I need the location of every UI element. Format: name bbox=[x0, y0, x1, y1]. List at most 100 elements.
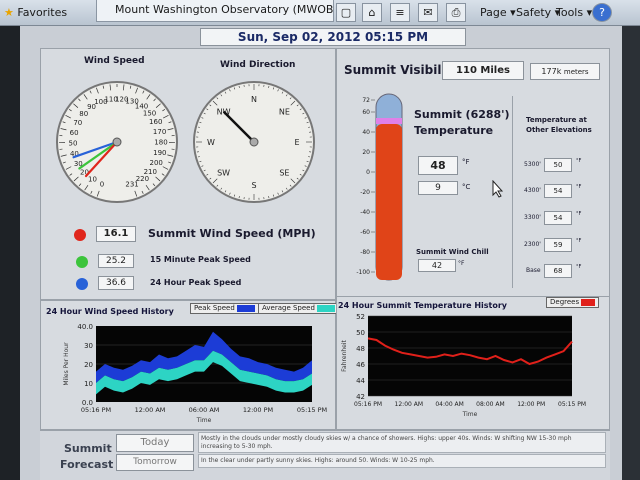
temp-x-tick: 12:00 AM bbox=[395, 401, 423, 408]
elevation-label: Base bbox=[526, 267, 541, 274]
elevation-label: 4300' bbox=[524, 187, 541, 194]
speed-tick-label: 160 bbox=[149, 118, 162, 126]
wind-y-tick: 30 bbox=[84, 342, 93, 350]
speed-needle-hub bbox=[112, 137, 122, 147]
forecast-label-line2: Forecast bbox=[60, 458, 114, 471]
temp-celsius: 9 bbox=[418, 181, 458, 195]
direction-label: SE bbox=[279, 168, 289, 177]
peak15-dot bbox=[76, 256, 88, 268]
direction-label: NE bbox=[279, 108, 290, 117]
menu-safety[interactable]: Safety ▾ bbox=[516, 4, 560, 21]
elevation-label: 3300' bbox=[524, 214, 541, 221]
legend-degrees-swatch bbox=[581, 298, 596, 306]
wind-x-tick: 12:00 AM bbox=[135, 406, 166, 414]
date-time-bar: Sun, Sep 02, 2012 05:15 PM bbox=[200, 28, 466, 46]
elevation-temp: 50 bbox=[544, 158, 572, 172]
elevation-title-line1: Temperature at bbox=[526, 116, 587, 124]
temp-y-tick: 48 bbox=[356, 345, 365, 353]
wind-x-tick: 06:00 AM bbox=[189, 406, 220, 414]
temp-y-label: Fahrenheit bbox=[341, 339, 348, 371]
speed-tick-label: 170 bbox=[153, 128, 166, 136]
speed-tick-label: 80 bbox=[79, 110, 88, 118]
direction-label: W bbox=[207, 138, 215, 147]
legend-peak-speed: Peak Speed bbox=[190, 303, 260, 314]
speed-tick-label: 60 bbox=[70, 129, 79, 137]
temp-x-tick: 05:15 PM bbox=[558, 401, 586, 408]
tab-tomorrow[interactable]: Tomorrow bbox=[116, 454, 194, 471]
mouse-cursor-icon bbox=[492, 180, 504, 198]
wc-unit: °F bbox=[458, 260, 465, 267]
feeds-icon[interactable]: ≡ bbox=[390, 3, 410, 22]
summit-wind-dot bbox=[74, 229, 86, 241]
menu-tools[interactable]: Tools ▾ bbox=[556, 4, 592, 21]
tab-today[interactable]: Today bbox=[116, 434, 194, 452]
temp-y-tick: 42 bbox=[356, 393, 365, 401]
direction-label: E bbox=[294, 138, 299, 147]
wind-y-label: Miles Per Hour bbox=[63, 342, 70, 386]
thermo-scale-label: 60 bbox=[362, 109, 370, 116]
elevation-unit: °F bbox=[576, 158, 582, 164]
c-unit: °C bbox=[462, 183, 471, 191]
speed-tick-label: 0 bbox=[100, 180, 104, 188]
close-tab-icon[interactable]: ▢ bbox=[336, 3, 356, 22]
wind-y-tick: 20 bbox=[84, 361, 93, 369]
temp-x-label: Time bbox=[462, 411, 478, 418]
mail-icon[interactable]: ✉ bbox=[418, 3, 438, 22]
summit-wind-label: Summit Wind Speed (MPH) bbox=[148, 227, 316, 240]
help-icon[interactable]: ? bbox=[592, 3, 612, 22]
forecast-tomorrow-text: In the clear under partly sunny skies. H… bbox=[198, 454, 606, 468]
thermo-scale-label: 20 bbox=[362, 149, 370, 156]
peak24-label: 24 Hour Peak Speed bbox=[150, 278, 242, 287]
speed-tick-label: 50 bbox=[69, 140, 78, 148]
wind-speed-gauge: 0102030405060708090100110120130140150160… bbox=[56, 81, 178, 203]
speed-tick-label: 190 bbox=[153, 149, 166, 157]
wind-x-label: Time bbox=[196, 417, 212, 424]
legend-degrees: Degrees bbox=[546, 297, 600, 308]
thermo-scale-label: 0 bbox=[366, 169, 370, 176]
temp-y-tick: 44 bbox=[356, 377, 365, 385]
wind-y-tick: 10 bbox=[84, 380, 93, 388]
menu-page[interactable]: Page ▾ bbox=[480, 4, 516, 21]
wind-direction-gauge: NNEESESSWWNW bbox=[193, 81, 315, 203]
temp-x-tick: 05:16 PM bbox=[354, 401, 382, 408]
tab-mwobs[interactable]: Mount Washington Observatory (MWOBS) – bbox=[96, 0, 334, 22]
wind-speed-title: Wind Speed bbox=[84, 56, 145, 66]
temp-y-tick: 50 bbox=[356, 329, 365, 337]
forecast-today-text: Mostly in the clouds under mostly cloudy… bbox=[198, 432, 606, 453]
thermo-scale-label: -80 bbox=[360, 249, 370, 256]
direction-needle-hub bbox=[249, 137, 259, 147]
speed-tick-label: 150 bbox=[143, 109, 156, 117]
elevation-unit: °F bbox=[576, 211, 582, 217]
elevation-divider bbox=[512, 96, 513, 288]
wind-x-tick: 12:00 PM bbox=[243, 406, 273, 414]
star-icon: ★ bbox=[4, 6, 14, 19]
thermo-top-band bbox=[376, 118, 402, 124]
legend-peak-swatch bbox=[237, 304, 256, 312]
print-icon[interactable]: ⎙ bbox=[446, 3, 466, 22]
favorites-button[interactable]: ★ Favorites bbox=[4, 4, 67, 21]
speed-tick-label: 10 bbox=[88, 176, 97, 184]
visibility-miles: 110 Miles bbox=[442, 61, 524, 80]
thermo-scale-label: -40 bbox=[360, 209, 370, 216]
home-icon[interactable]: ⌂ bbox=[362, 3, 382, 22]
elevation-label: 2300' bbox=[524, 241, 541, 248]
peak24-value: 36.6 bbox=[98, 276, 134, 290]
elevation-unit: °F bbox=[576, 184, 582, 190]
direction-label: SW bbox=[217, 168, 230, 177]
speed-tick-label: 200 bbox=[149, 159, 162, 167]
temp-x-tick: 12:00 PM bbox=[517, 401, 545, 408]
speed-tick-label: 70 bbox=[73, 119, 82, 127]
thermometer: 72 60 40 20 0 -20 -40 -60 -80 -100 bbox=[356, 93, 403, 281]
speed-tick-label: 231 bbox=[125, 180, 138, 188]
summit-wind-value: 16.1 bbox=[96, 226, 136, 242]
thermo-scale-label: -60 bbox=[360, 229, 370, 236]
wind-direction-title: Wind Direction bbox=[220, 60, 296, 70]
elevation-unit: °F bbox=[576, 264, 582, 270]
thermo-scale-label: 40 bbox=[362, 129, 370, 136]
tab-title: Mount Washington Observatory (MWOBS) – bbox=[115, 3, 334, 16]
direction-label: N bbox=[251, 95, 257, 104]
elevation-unit: °F bbox=[576, 238, 582, 244]
f-unit: °F bbox=[462, 158, 470, 166]
elevation-temp: 68 bbox=[544, 264, 572, 278]
thermo-fill bbox=[376, 124, 402, 280]
